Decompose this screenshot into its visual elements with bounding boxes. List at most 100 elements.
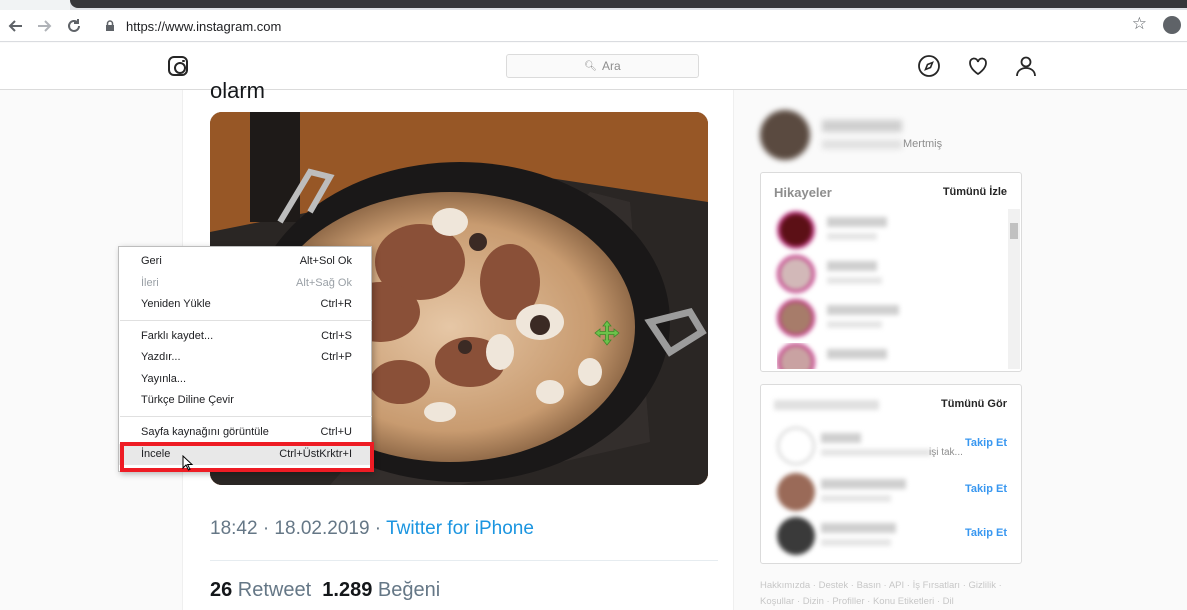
menu-item-save-as[interactable]: Farklı kaydet... Ctrl+S bbox=[119, 326, 371, 347]
follow-button[interactable]: Takip Et bbox=[965, 437, 1007, 449]
footer-line[interactable]: Hakkımızda · Destek · Basın · API · İş F… bbox=[760, 578, 1030, 594]
instagram-logo-icon[interactable] bbox=[168, 56, 188, 76]
person-icon[interactable] bbox=[1014, 54, 1038, 78]
menu-item-translate[interactable]: Türkçe Diline Çevir bbox=[119, 390, 371, 411]
footer-links: Hakkımızda · Destek · Basın · API · İş F… bbox=[760, 578, 1030, 610]
avatar bbox=[777, 427, 815, 465]
menu-separator bbox=[120, 320, 372, 321]
suggestions-title-blurred bbox=[774, 400, 879, 410]
avatar bbox=[777, 299, 815, 337]
star-icon[interactable]: ☆ bbox=[1132, 14, 1147, 34]
menu-item-print[interactable]: Yazdır... Ctrl+P bbox=[119, 347, 371, 368]
blurred-text bbox=[821, 433, 861, 443]
suggestion-item[interactable]: işi tak... bbox=[777, 427, 997, 467]
tweet-timestamp: 18:42 · 18.02.2019 · Twitter for iPhone bbox=[210, 518, 534, 540]
tweet-source-link[interactable]: Twitter for iPhone bbox=[386, 518, 534, 539]
like-count[interactable]: 1.289 bbox=[322, 579, 372, 601]
menu-item-shortcut: Alt+Sağ Ok bbox=[296, 277, 352, 289]
blurred-text bbox=[827, 321, 882, 328]
menu-item-label: Yayınla... bbox=[141, 373, 187, 385]
search-input[interactable]: 🔍︎ Ara bbox=[506, 54, 699, 78]
suggestion-subtext: işi tak... bbox=[929, 447, 963, 458]
menu-item-shortcut: Ctrl+R bbox=[320, 298, 352, 310]
menu-item-shortcut: Ctrl+S bbox=[321, 330, 352, 342]
move-cursor-icon bbox=[594, 320, 620, 346]
instagram-navbar: 🔍︎ Ara bbox=[0, 43, 1187, 90]
menu-item-reload[interactable]: Yeniden Yükle Ctrl+R bbox=[119, 294, 371, 315]
menu-item-shortcut: Ctrl+P bbox=[321, 351, 352, 363]
url-text[interactable]: https://www.instagram.com bbox=[126, 19, 281, 34]
search-icon: 🔍︎ bbox=[584, 60, 597, 72]
tabstrip-dark bbox=[70, 0, 1187, 8]
menu-item-back[interactable]: Geri Alt+Sol Ok bbox=[119, 251, 371, 272]
divider bbox=[210, 560, 718, 561]
suggestion-item[interactable] bbox=[777, 517, 997, 557]
blurred-text bbox=[827, 217, 887, 227]
tab-area bbox=[0, 0, 70, 10]
avatar bbox=[777, 473, 815, 511]
blurred-text bbox=[821, 523, 896, 533]
profile-name-blurred bbox=[822, 120, 902, 132]
avatar bbox=[777, 211, 815, 249]
mouse-pointer-icon bbox=[182, 455, 194, 471]
blurred-text bbox=[827, 277, 882, 284]
story-item[interactable] bbox=[777, 299, 997, 339]
blurred-text bbox=[821, 539, 891, 546]
menu-item-forward[interactable]: İleri Alt+Sağ Ok bbox=[119, 273, 371, 294]
retweet-label: Retweet bbox=[232, 579, 323, 601]
inspect-highlight-box bbox=[120, 442, 374, 472]
watch-all-link[interactable]: Tümünü İzle bbox=[943, 186, 1007, 198]
retweet-count[interactable]: 26 bbox=[210, 579, 232, 601]
menu-item-label: Farklı kaydet... bbox=[141, 330, 214, 342]
blurred-text bbox=[827, 261, 877, 271]
follow-button[interactable]: Takip Et bbox=[965, 483, 1007, 495]
stories-title: Hikayeler bbox=[774, 185, 832, 200]
browser-toolbar: https://www.instagram.com ☆ bbox=[0, 10, 1187, 42]
blurred-text bbox=[827, 305, 899, 315]
context-menu: Geri Alt+Sol Ok İleri Alt+Sağ Ok Yeniden… bbox=[118, 246, 372, 472]
forward-button[interactable] bbox=[32, 14, 56, 38]
suggestion-item[interactable] bbox=[777, 473, 997, 513]
heart-icon[interactable] bbox=[966, 54, 990, 78]
menu-separator bbox=[120, 416, 372, 417]
blurred-text bbox=[821, 495, 891, 502]
see-all-link[interactable]: Tümünü Gör bbox=[941, 398, 1007, 410]
address-bar[interactable]: https://www.instagram.com bbox=[96, 12, 1156, 40]
tweet-stats: 26 Retweet 1.289 Beğeni bbox=[210, 579, 440, 602]
avatar bbox=[777, 343, 815, 369]
lock-icon bbox=[106, 20, 114, 31]
menu-item-shortcut: Ctrl+U bbox=[320, 426, 352, 438]
blurred-text bbox=[821, 449, 931, 456]
back-button[interactable] bbox=[4, 14, 28, 38]
menu-item-view-source[interactable]: Sayfa kaynağını görüntüle Ctrl+U bbox=[119, 422, 371, 443]
story-item[interactable] bbox=[777, 343, 997, 369]
reload-icon bbox=[68, 19, 80, 32]
reload-button[interactable] bbox=[62, 14, 86, 38]
search-placeholder: Ara bbox=[602, 59, 621, 73]
menu-item-label: Türkçe Diline Çevir bbox=[141, 394, 234, 406]
like-label: Beğeni bbox=[372, 579, 441, 601]
follow-button[interactable]: Takip Et bbox=[965, 527, 1007, 539]
profile-sub-blurred bbox=[822, 140, 902, 149]
avatar[interactable] bbox=[760, 110, 810, 160]
stories-card: Hikayeler Tümünü İzle bbox=[760, 172, 1022, 372]
arrow-left-icon bbox=[8, 20, 22, 32]
blurred-text bbox=[821, 479, 906, 489]
stories-scrollbar[interactable] bbox=[1008, 209, 1020, 369]
footer-line[interactable]: Koşullar · Dizin · Profiller · Konu Etik… bbox=[760, 594, 1030, 610]
profile-suffix: Mertmiş bbox=[903, 138, 943, 150]
story-item[interactable] bbox=[777, 255, 997, 295]
browser-tabstrip bbox=[0, 0, 1187, 10]
arrow-right-icon bbox=[38, 20, 52, 32]
menu-item-label: İleri bbox=[141, 277, 159, 289]
suggestions-card: Tümünü Gör işi tak... Takip Et Takip Et … bbox=[760, 384, 1022, 564]
menu-item-label: Yeniden Yükle bbox=[141, 298, 211, 310]
compass-icon[interactable] bbox=[917, 54, 941, 78]
menu-item-cast[interactable]: Yayınla... bbox=[119, 369, 371, 390]
account-circle-icon[interactable] bbox=[1163, 16, 1181, 34]
post-title-fragment: olarm bbox=[210, 78, 266, 103]
menu-item-label: Sayfa kaynağını görüntüle bbox=[141, 426, 269, 438]
scrollbar-thumb[interactable] bbox=[1010, 223, 1018, 239]
menu-item-label: Geri bbox=[141, 255, 162, 267]
story-item[interactable] bbox=[777, 211, 997, 251]
